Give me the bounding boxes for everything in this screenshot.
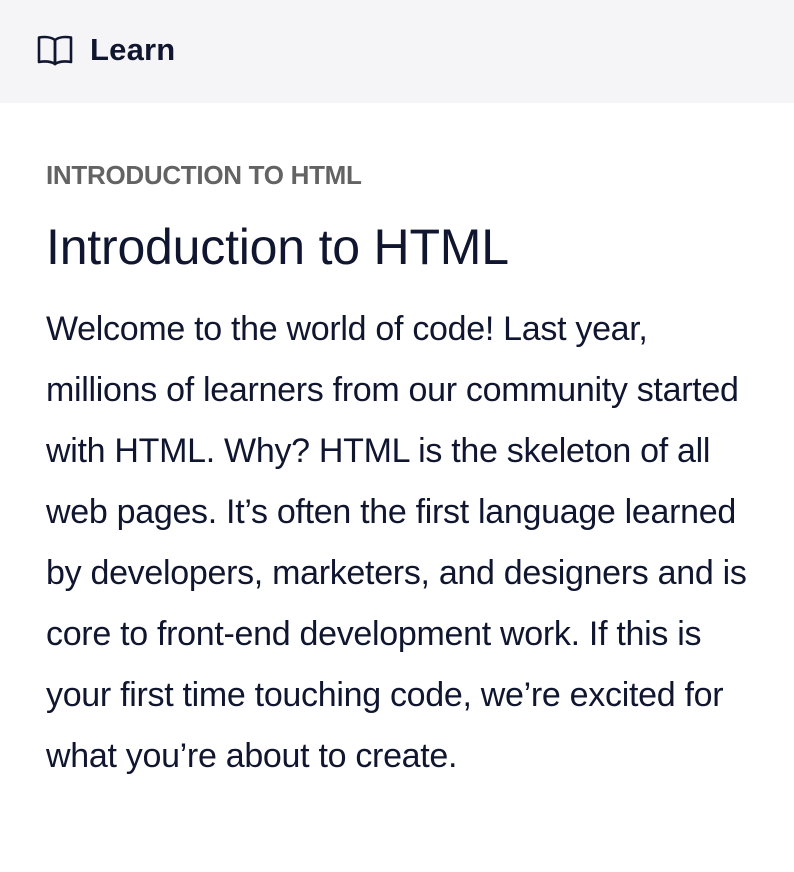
top-header: Learn	[0, 0, 794, 103]
learn-nav-link[interactable]: Learn	[36, 32, 175, 68]
book-icon	[36, 33, 74, 67]
course-description: Welcome to the world of code! Last year,…	[46, 310, 747, 775]
learn-label: Learn	[90, 31, 176, 67]
page-title: Introduction to HTML	[46, 219, 509, 275]
main-content: INTRODUCTION TO HTML Introduction to HTM…	[0, 160, 794, 787]
breadcrumb[interactable]: INTRODUCTION TO HTML	[46, 160, 754, 190]
